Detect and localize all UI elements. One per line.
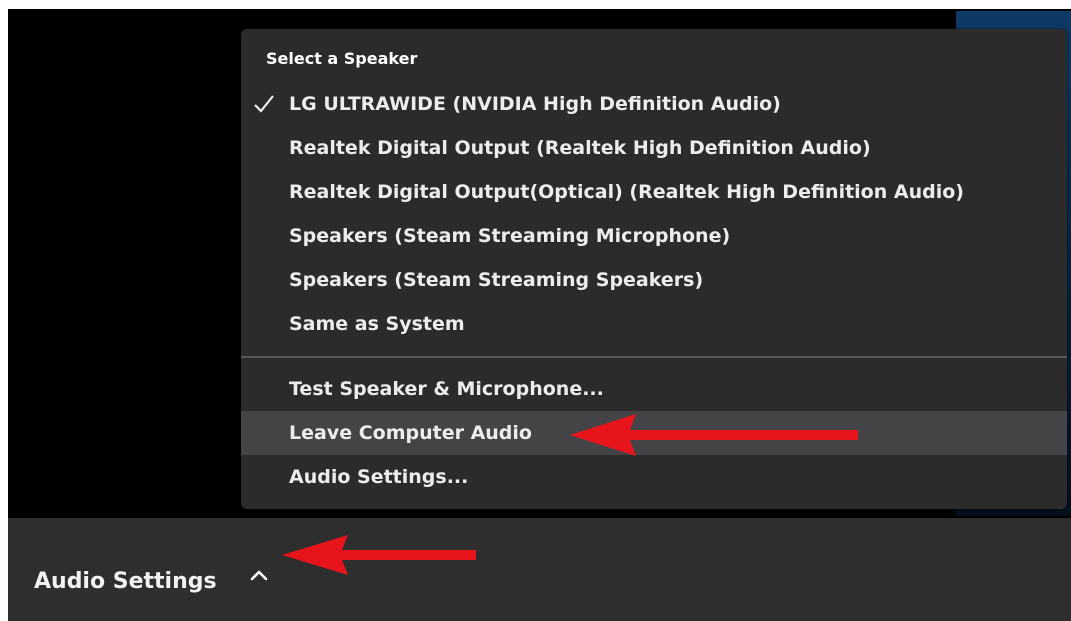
speaker-option-label: Realtek Digital Output (Realtek High Def… [289,137,871,159]
chevron-up-icon[interactable] [247,563,271,587]
meeting-window: Select a Speaker LG ULTRAWIDE (NVIDIA Hi… [8,9,1071,621]
menu-item-label: Test Speaker & Microphone... [289,378,604,400]
speaker-option-label: Speakers (Steam Streaming Microphone) [289,225,731,247]
test-speaker-microphone-item[interactable]: Test Speaker & Microphone... [241,367,1067,411]
audio-settings-item[interactable]: Audio Settings... [241,455,1067,499]
speaker-option-realtek-optical[interactable]: Realtek Digital Output(Optical) (Realtek… [241,170,1067,214]
menu-divider [241,356,1067,358]
speaker-option-steam-microphone[interactable]: Speakers (Steam Streaming Microphone) [241,214,1067,258]
speaker-option-steam-speakers[interactable]: Speakers (Steam Streaming Speakers) [241,258,1067,302]
check-icon [254,95,274,113]
speaker-option-lg-ultrawide[interactable]: LG ULTRAWIDE (NVIDIA High Definition Aud… [241,82,1067,126]
speaker-option-label: Speakers (Steam Streaming Speakers) [289,269,704,291]
speaker-option-label: LG ULTRAWIDE (NVIDIA High Definition Aud… [289,93,781,115]
menu-item-label: Leave Computer Audio [289,422,532,444]
menu-item-label: Audio Settings... [289,466,469,488]
speaker-option-realtek-digital[interactable]: Realtek Digital Output (Realtek High Def… [241,126,1067,170]
speaker-option-label: Same as System [289,313,465,335]
menu-heading: Select a Speaker [266,49,418,68]
audio-settings-label[interactable]: Audio Settings [34,569,217,594]
speaker-option-same-as-system[interactable]: Same as System [241,302,1067,346]
leave-computer-audio-item[interactable]: Leave Computer Audio [241,411,1067,455]
meeting-toolbar: Audio Settings [8,518,1071,621]
audio-menu: Select a Speaker LG ULTRAWIDE (NVIDIA Hi… [241,29,1067,509]
speaker-option-label: Realtek Digital Output(Optical) (Realtek… [289,181,964,203]
